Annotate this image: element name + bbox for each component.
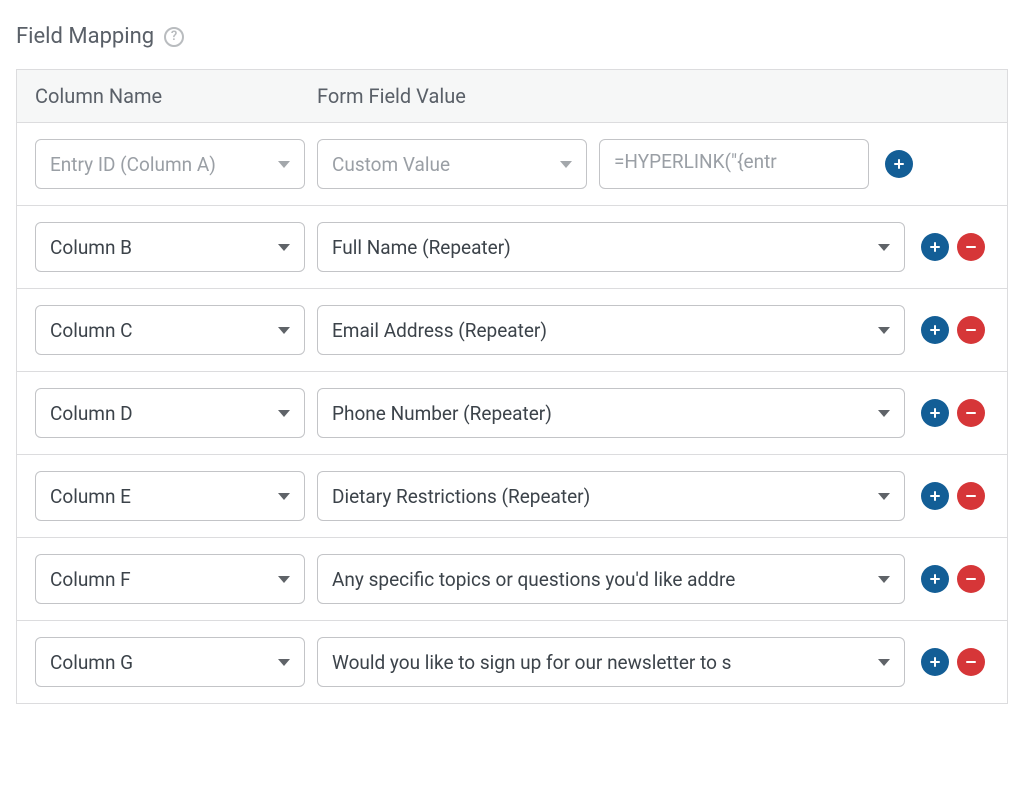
- remove-row-button[interactable]: [957, 399, 985, 427]
- mapping-row: Column B Full Name (Repeater): [17, 206, 1007, 289]
- table-header: Column Name Form Field Value: [17, 70, 1007, 123]
- row-actions: [917, 316, 989, 344]
- form-field-select[interactable]: Email Address (Repeater): [317, 305, 905, 355]
- chevron-down-icon: [278, 327, 290, 334]
- chevron-down-icon: [560, 161, 572, 168]
- add-row-button[interactable]: [921, 482, 949, 510]
- minus-icon: [963, 405, 979, 421]
- column-name-select[interactable]: Column G: [35, 637, 305, 687]
- minus-icon: [963, 322, 979, 338]
- chevron-down-icon: [278, 410, 290, 417]
- add-row-button[interactable]: [921, 565, 949, 593]
- remove-row-button[interactable]: [957, 316, 985, 344]
- form-field-select[interactable]: Would you like to sign up for our newsle…: [317, 637, 905, 687]
- form-field-value: Phone Number (Repeater): [332, 402, 878, 425]
- minus-icon: [963, 239, 979, 255]
- column-name-value: Column D: [50, 402, 278, 425]
- mapping-row: Column C Email Address (Repeater): [17, 289, 1007, 372]
- chevron-down-icon: [278, 244, 290, 251]
- mapping-row: Column D Phone Number (Repeater): [17, 372, 1007, 455]
- form-field-value: Email Address (Repeater): [332, 319, 878, 342]
- remove-row-button[interactable]: [957, 565, 985, 593]
- plus-icon: [891, 156, 907, 172]
- row-actions: [917, 482, 989, 510]
- column-name-select[interactable]: Entry ID (Column A): [35, 139, 305, 189]
- column-name-value: Column F: [50, 568, 278, 591]
- form-field-select[interactable]: Any specific topics or questions you'd l…: [317, 554, 905, 604]
- chevron-down-icon: [878, 659, 890, 666]
- mapping-row: Column G Would you like to sign up for ou…: [17, 621, 1007, 703]
- row-actions: [917, 399, 989, 427]
- plus-icon: [927, 571, 943, 587]
- minus-icon: [963, 488, 979, 504]
- row-actions: [917, 233, 989, 261]
- add-row-button[interactable]: [885, 150, 913, 178]
- remove-row-button[interactable]: [957, 233, 985, 261]
- form-field-select[interactable]: Dietary Restrictions (Repeater): [317, 471, 905, 521]
- plus-icon: [927, 322, 943, 338]
- chevron-down-icon: [278, 659, 290, 666]
- add-row-button[interactable]: [921, 399, 949, 427]
- column-name-select[interactable]: Column C: [35, 305, 305, 355]
- header-form-field-value: Form Field Value: [317, 84, 989, 108]
- mapping-row: Entry ID (Column A) Custom Value =HYPERLIN…: [17, 123, 1007, 206]
- column-name-select[interactable]: Column B: [35, 222, 305, 272]
- form-field-value: Dietary Restrictions (Repeater): [332, 485, 878, 508]
- section-title: Field Mapping: [16, 24, 154, 49]
- remove-row-button[interactable]: [957, 648, 985, 676]
- chevron-down-icon: [878, 576, 890, 583]
- column-name-value: Entry ID (Column A): [50, 153, 278, 176]
- custom-value-input[interactable]: =HYPERLINK("{entr: [599, 139, 869, 189]
- plus-icon: [927, 405, 943, 421]
- column-name-select[interactable]: Column E: [35, 471, 305, 521]
- column-name-value: Column G: [50, 651, 278, 674]
- custom-value-text: =HYPERLINK("{entr: [614, 150, 777, 173]
- form-field-select[interactable]: Full Name (Repeater): [317, 222, 905, 272]
- column-name-select[interactable]: Column D: [35, 388, 305, 438]
- form-field-select[interactable]: Phone Number (Repeater): [317, 388, 905, 438]
- column-name-value: Column C: [50, 319, 278, 342]
- mapping-row: Column F Any specific topics or questions…: [17, 538, 1007, 621]
- field-mapping-table: Column Name Form Field Value Entry ID (C…: [16, 69, 1008, 704]
- chevron-down-icon: [878, 410, 890, 417]
- plus-icon: [927, 488, 943, 504]
- row-actions: [881, 150, 953, 178]
- help-icon[interactable]: ?: [164, 27, 184, 47]
- plus-icon: [927, 654, 943, 670]
- minus-icon: [963, 571, 979, 587]
- row-actions: [917, 648, 989, 676]
- plus-icon: [927, 239, 943, 255]
- column-name-value: Column B: [50, 236, 278, 259]
- chevron-down-icon: [278, 576, 290, 583]
- form-field-select[interactable]: Custom Value: [317, 139, 587, 189]
- chevron-down-icon: [278, 161, 290, 168]
- row-actions: [917, 565, 989, 593]
- add-row-button[interactable]: [921, 316, 949, 344]
- header-column-name: Column Name: [35, 84, 317, 108]
- mapping-row: Column E Dietary Restrictions (Repeater): [17, 455, 1007, 538]
- chevron-down-icon: [878, 327, 890, 334]
- remove-row-button[interactable]: [957, 482, 985, 510]
- add-row-button[interactable]: [921, 233, 949, 261]
- form-field-value: Would you like to sign up for our newsle…: [332, 651, 878, 674]
- minus-icon: [963, 654, 979, 670]
- chevron-down-icon: [878, 244, 890, 251]
- form-field-value: Custom Value: [332, 153, 560, 176]
- add-row-button[interactable]: [921, 648, 949, 676]
- chevron-down-icon: [878, 493, 890, 500]
- column-name-value: Column E: [50, 485, 278, 508]
- form-field-value: Any specific topics or questions you'd l…: [332, 568, 878, 591]
- column-name-select[interactable]: Column F: [35, 554, 305, 604]
- chevron-down-icon: [278, 493, 290, 500]
- form-field-value: Full Name (Repeater): [332, 236, 878, 259]
